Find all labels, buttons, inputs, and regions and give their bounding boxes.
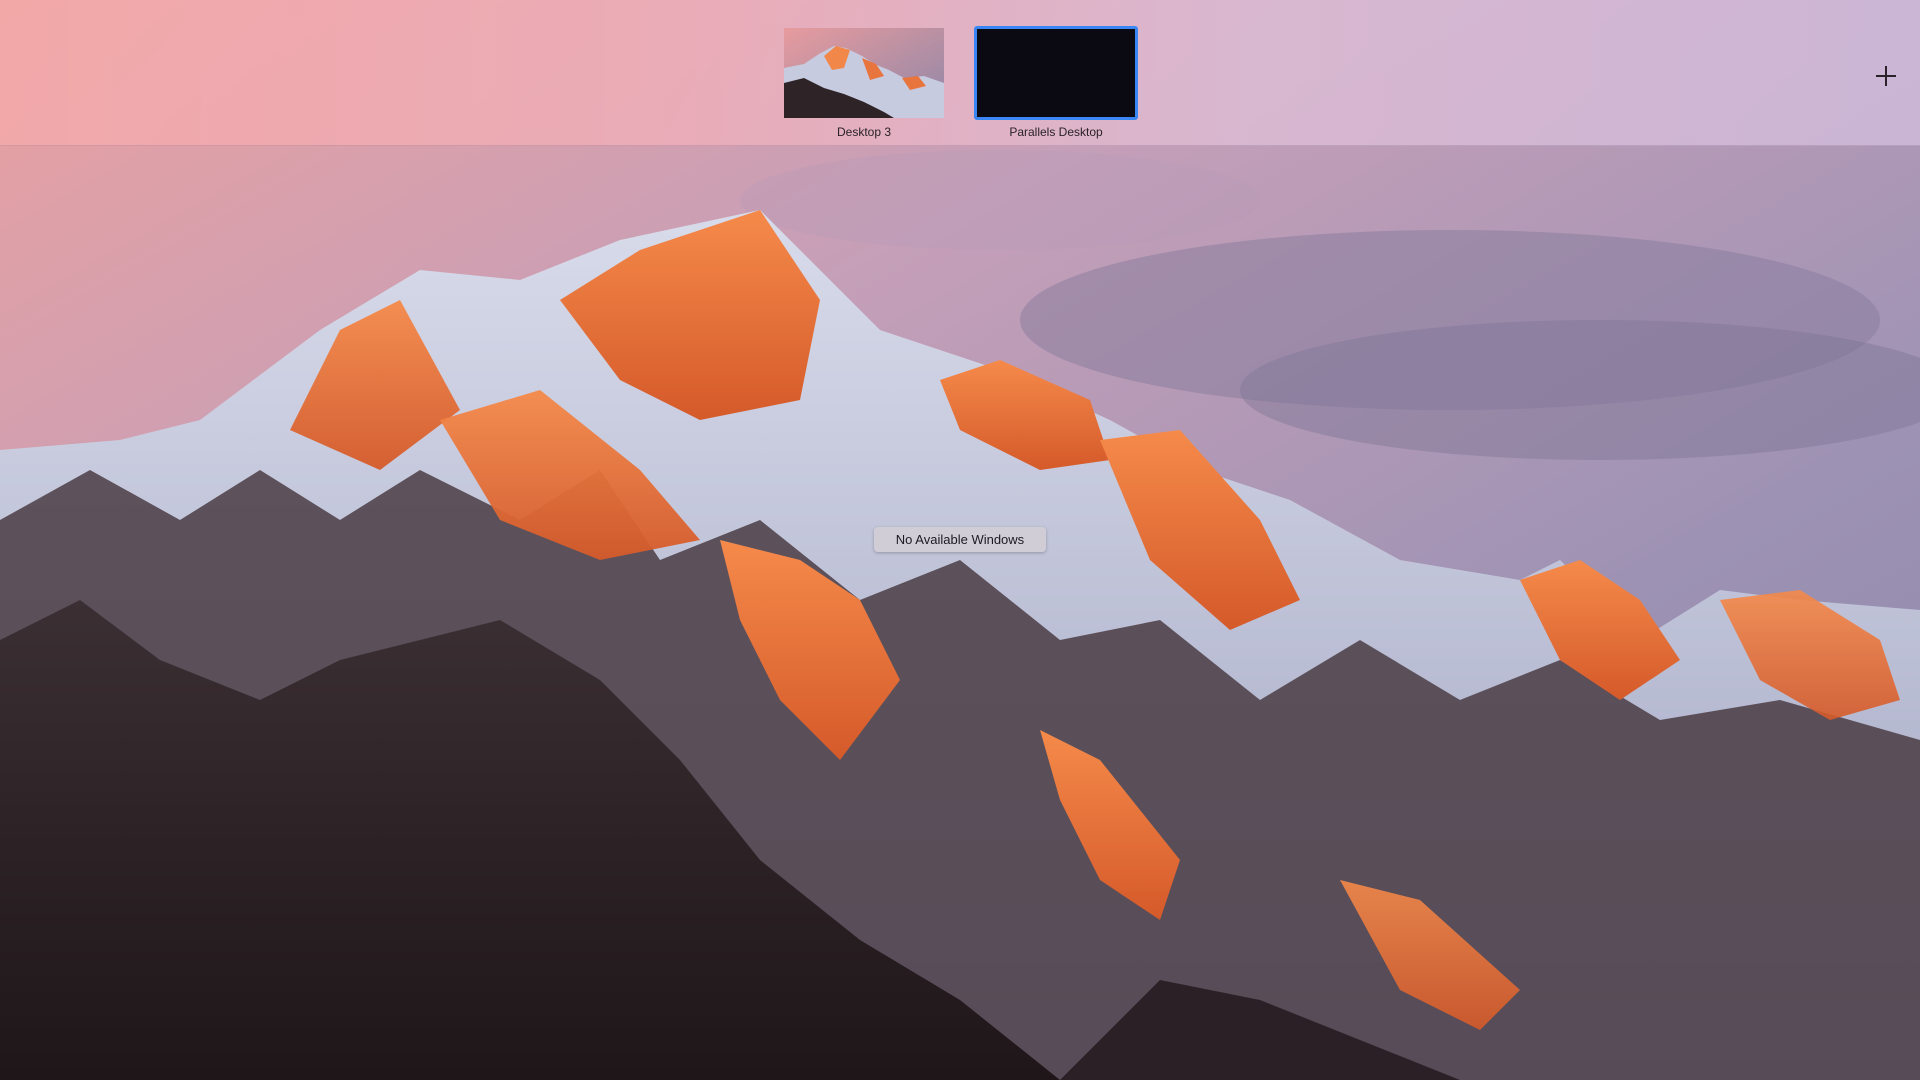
mission-control-spaces-bar: Desktop 3 Parallels Desktop bbox=[0, 0, 1920, 146]
add-space-button[interactable] bbox=[1870, 60, 1902, 92]
mountain-thumbnail-image bbox=[784, 28, 944, 118]
space-thumbnail-desktop-3[interactable] bbox=[784, 28, 944, 118]
desktop-wallpaper: Desktop 3 Parallels Desktop No Available… bbox=[0, 0, 1920, 1080]
plus-icon bbox=[1876, 66, 1896, 86]
no-available-windows-label: No Available Windows bbox=[874, 527, 1046, 552]
space-thumbnail-parallels-desktop[interactable] bbox=[974, 26, 1138, 120]
space-label-desktop-3: Desktop 3 bbox=[836, 125, 892, 139]
space-label-parallels-desktop: Parallels Desktop bbox=[1009, 125, 1103, 139]
